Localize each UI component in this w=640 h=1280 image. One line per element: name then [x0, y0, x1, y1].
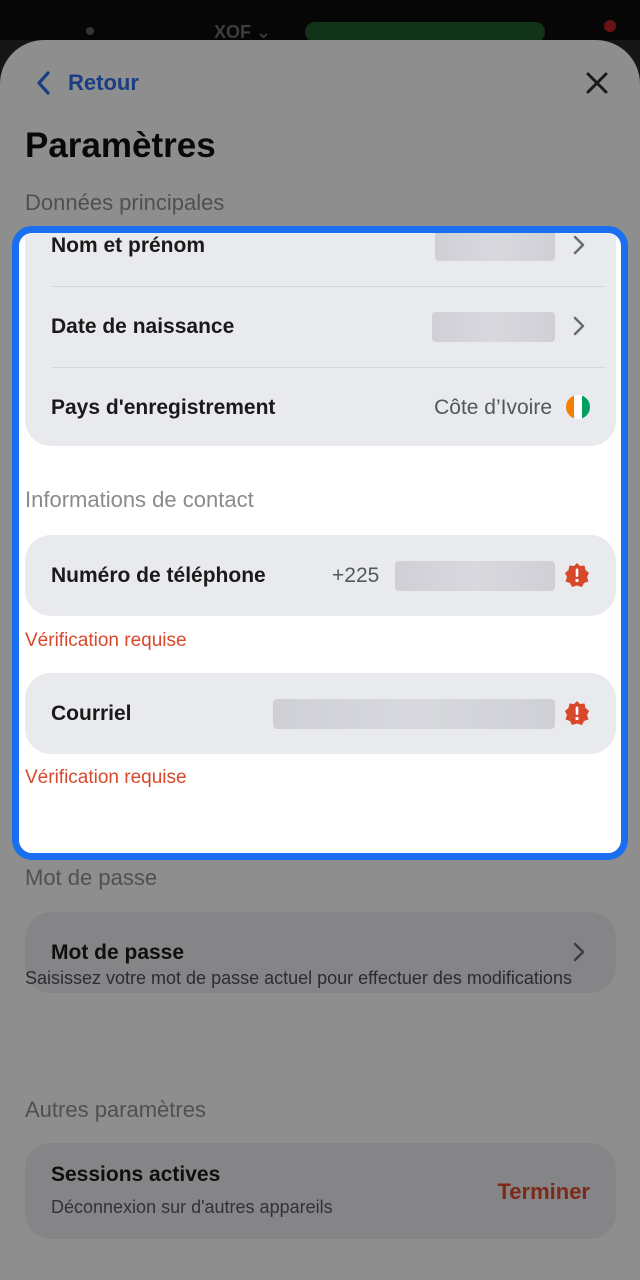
- back-label: Retour: [68, 70, 139, 95]
- email-row[interactable]: Courriel: [25, 673, 616, 754]
- row-label: Date de naissance: [51, 314, 235, 338]
- section-password: Mot de passe: [25, 865, 158, 890]
- page-title: Paramètres: [25, 126, 216, 165]
- row-label: Nom et prénom: [51, 233, 206, 257]
- row-label: Courriel: [51, 701, 132, 725]
- highlight-focus-box: Nom et prénom Date de naissance Pays d'e…: [12, 226, 628, 860]
- section-main-data: Données principales: [25, 190, 225, 215]
- sessions-subtitle: Déconnexion sur d'autres appareils: [51, 1197, 333, 1217]
- chevron-right-icon: [573, 942, 585, 962]
- blurred-email-value: [273, 699, 555, 729]
- section-other: Autres paramètres: [25, 1097, 206, 1122]
- ivory-coast-flag-icon: [566, 395, 590, 419]
- phone-prefix: +225: [332, 563, 380, 587]
- terminate-sessions-button[interactable]: Terminer: [497, 1179, 590, 1205]
- country-value: Côte d’Ivoire: [434, 395, 552, 419]
- warning-badge-icon: [565, 563, 589, 587]
- password-helper-text: Saisissez votre mot de passe actuel pour…: [25, 968, 572, 988]
- phone-verification-warning: Vérification requise: [25, 630, 187, 651]
- row-birth-date[interactable]: Date de naissance: [25, 286, 616, 367]
- row-label: Pays d'enregistrement: [51, 395, 276, 419]
- sessions-card: Sessions actives Déconnexion sur d'autre…: [25, 1143, 616, 1239]
- warning-badge-icon: [565, 701, 589, 725]
- section-contact-highlight: Informations de contact: [25, 487, 254, 512]
- row-label: Numéro de téléphone: [51, 563, 266, 587]
- row-label: Mot de passe: [51, 940, 185, 964]
- blurred-date-value: [432, 312, 555, 342]
- phone-row[interactable]: Numéro de téléphone +225: [25, 535, 616, 616]
- main-data-card-highlight: Nom et prénom Date de naissance Pays d'e…: [25, 233, 616, 448]
- sessions-title: Sessions actives: [51, 1163, 221, 1186]
- row-full-name[interactable]: Nom et prénom: [25, 233, 616, 286]
- blurred-phone-value: [395, 561, 555, 591]
- notification-dot: [604, 20, 616, 32]
- chevron-right-icon: [573, 316, 585, 336]
- email-verification-warning: Vérification requise: [25, 767, 187, 788]
- chevron-right-icon: [573, 235, 585, 255]
- close-icon[interactable]: [584, 70, 610, 96]
- blurred-name-value: [435, 233, 555, 261]
- status-bar: XOF ⌄: [0, 0, 640, 42]
- back-button[interactable]: Retour: [36, 70, 139, 96]
- chevron-left-icon: [37, 71, 50, 95]
- status-dot: [86, 27, 94, 35]
- status-pill: [305, 22, 545, 42]
- row-country: Pays d'enregistrement Côte d’Ivoire: [25, 367, 616, 448]
